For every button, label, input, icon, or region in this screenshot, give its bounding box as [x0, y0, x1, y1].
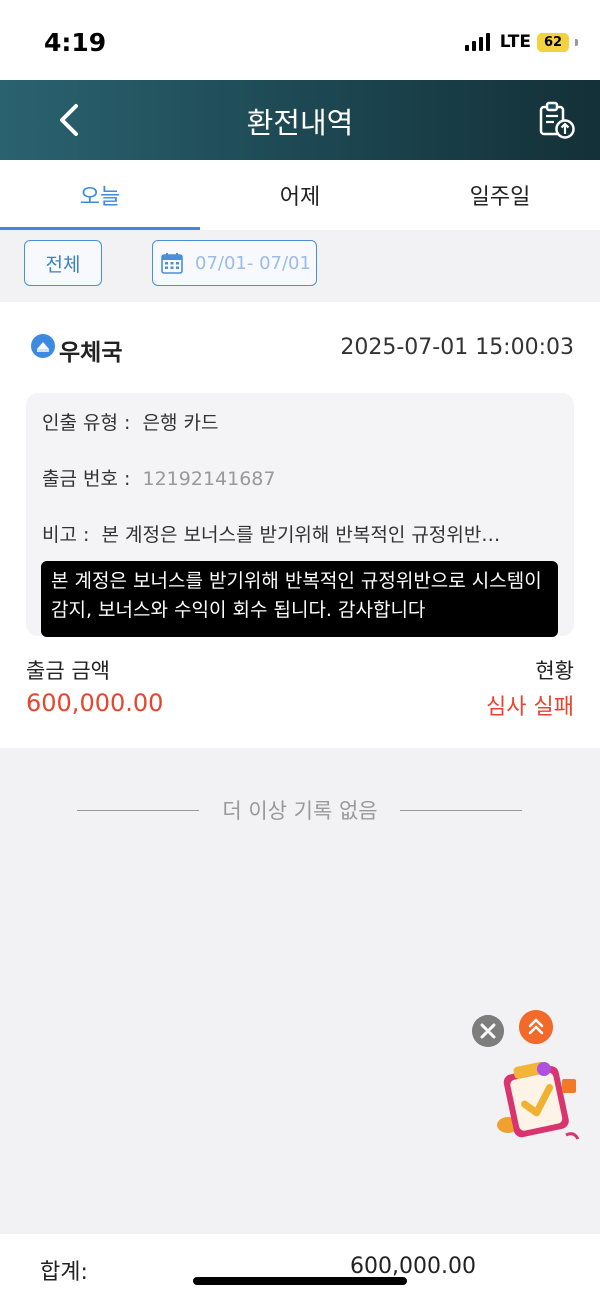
home-indicator[interactable] — [193, 1277, 407, 1285]
status-value: 심사 실패 — [486, 695, 574, 720]
remark-label: 비고 : — [42, 524, 90, 546]
total-value: 600,000.00 — [350, 1254, 476, 1279]
calendar-icon — [161, 253, 183, 274]
status-bar: 4:19 LTE 62 — [0, 0, 600, 80]
bank-name: 우체국 — [59, 340, 123, 366]
date-tabs: 오늘 어제 일주일 — [0, 160, 600, 231]
withdrawal-number-row: 출금 번호 : 12192141687 — [42, 464, 275, 491]
app-header: 환전내역 — [0, 80, 600, 160]
close-icon[interactable] — [472, 1015, 504, 1047]
withdrawal-type-row: 인출 유형 : 은행 카드 — [42, 408, 218, 435]
withdrawal-type-value: 은행 카드 — [142, 412, 219, 434]
amount-label: 출금 금액 — [26, 659, 110, 683]
tab-yesterday[interactable]: 어제 — [200, 160, 400, 230]
battery-cap — [575, 38, 578, 46]
double-chevron-up-icon[interactable] — [519, 1010, 553, 1044]
remark-row[interactable]: 비고 : 본 계정은 보너스를 받기위해 반복적인 규정위반… — [42, 520, 532, 547]
tab-today[interactable]: 오늘 — [0, 160, 200, 230]
withdrawal-number-label: 출금 번호 : — [42, 468, 131, 490]
amount-value: 600,000.00 — [26, 689, 164, 717]
date-range-text: 07/01- 07/01 — [195, 252, 311, 274]
date-range-picker[interactable]: 07/01- 07/01 — [152, 240, 317, 286]
filter-row: 전체 07/01- 07/01 — [0, 230, 600, 300]
gift-checklist-icon[interactable] — [494, 1055, 584, 1145]
tab-week[interactable]: 일주일 — [400, 160, 600, 230]
network-label: LTE — [499, 32, 531, 52]
page-title: 환전내역 — [246, 106, 354, 140]
total-footer — [0, 1234, 600, 1299]
status-indicators: LTE 62 — [464, 32, 578, 52]
signal-icon — [464, 33, 490, 51]
status-time: 4:19 — [44, 28, 107, 57]
status-label: 현황 — [535, 659, 574, 683]
filter-all-button[interactable]: 전체 — [24, 240, 102, 286]
battery-level: 62 — [543, 34, 563, 50]
total-label: 합계: — [40, 1260, 88, 1285]
clipboard-upload-icon[interactable] — [536, 100, 576, 140]
record-datetime: 2025-07-01 15:00:03 — [340, 335, 574, 360]
withdrawal-number-value: 12192141687 — [142, 468, 276, 490]
remark-tooltip: 본 계정은 보너스를 받기위해 반복적인 규정위반으로 시스템이 감지, 보너스… — [41, 561, 558, 637]
bank-logo-icon — [31, 334, 55, 358]
withdrawal-type-label: 인출 유형 : — [42, 412, 131, 434]
divider-right — [400, 810, 522, 811]
battery-icon: 62 — [537, 32, 569, 52]
remark-value: 본 계정은 보너스를 받기위해 반복적인 규정위반… — [101, 524, 501, 546]
